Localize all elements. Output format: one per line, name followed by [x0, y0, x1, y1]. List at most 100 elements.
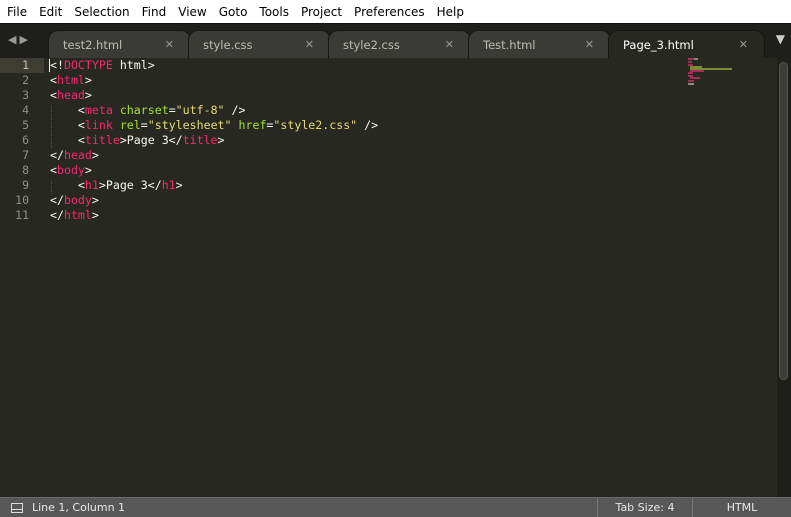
code-token: html: [63, 208, 92, 222]
code-line: <title>Page 3</title>: [50, 133, 378, 148]
menu-goto[interactable]: Goto: [213, 5, 254, 19]
close-tab-icon[interactable]: ✕: [739, 38, 748, 51]
code-line: <h1>Page 3</h1>: [50, 178, 378, 193]
tab-size-selector[interactable]: Tab Size: 4: [597, 498, 692, 517]
scrollbar-thumb[interactable]: [779, 62, 788, 380]
code-token: <: [50, 103, 85, 117]
tab-label: Page_3.html: [623, 38, 694, 52]
menu-view[interactable]: View: [172, 5, 212, 19]
line-number: 7: [22, 148, 29, 162]
code-line: <head>: [50, 88, 378, 103]
code-token: />: [357, 118, 379, 132]
code-token: body: [63, 193, 92, 207]
code-token: "style2.css": [273, 118, 358, 132]
menu-selection[interactable]: Selection: [68, 5, 135, 19]
code-token: <: [50, 73, 57, 87]
code-line: </head>: [50, 148, 378, 163]
code-line: </body>: [50, 193, 378, 208]
code-token: <: [50, 88, 57, 102]
close-tab-icon[interactable]: ✕: [305, 38, 314, 51]
code-token: title: [182, 133, 218, 147]
menu-project[interactable]: Project: [295, 5, 348, 19]
code-token: head: [56, 88, 85, 102]
code-token: meta: [84, 103, 113, 117]
code-token: <: [50, 133, 85, 147]
code-token: >: [91, 208, 99, 222]
tab-label: style.css: [203, 38, 253, 52]
menu-tools[interactable]: Tools: [253, 5, 295, 19]
code-token: >: [84, 88, 92, 102]
code-token: >: [91, 148, 99, 162]
menu-file[interactable]: File: [0, 5, 33, 19]
code-token: <: [50, 118, 85, 132]
code-token: >: [84, 163, 92, 177]
code-token: >: [217, 133, 225, 147]
menu-edit[interactable]: Edit: [33, 5, 68, 19]
code-line: <body>: [50, 163, 378, 178]
minimap[interactable]: [688, 58, 738, 88]
line-number: 6: [22, 133, 29, 147]
code-token: body: [56, 163, 85, 177]
line-number: 9: [22, 178, 29, 192]
code-line: </html>: [50, 208, 378, 223]
tab-label: style2.css: [343, 38, 400, 52]
editor[interactable]: 1 2 3 4 5 6 7 8 9 10 11 <!DOCTYPE html> <html> <head…: [0, 58, 791, 497]
line-number-gutter: 1 2 3 4 5 6 7 8 9 10 11: [0, 58, 44, 223]
line-number: 8: [22, 163, 29, 177]
code-token: </: [50, 208, 64, 222]
code-token: head: [63, 148, 92, 162]
tab-page-3-html[interactable]: Page_3.html ✕: [608, 30, 765, 59]
panel-toggle-icon[interactable]: [11, 502, 23, 513]
text-cursor: [49, 59, 50, 72]
menu-preferences[interactable]: Preferences: [348, 5, 431, 19]
code-token: href: [238, 118, 267, 132]
code-token: </: [50, 148, 64, 162]
tab-style2-css[interactable]: style2.css ✕: [328, 30, 471, 59]
menu-find[interactable]: Find: [136, 5, 173, 19]
menu-help[interactable]: Help: [431, 5, 470, 19]
code-token: link: [84, 118, 113, 132]
cursor-position: Line 1, Column 1: [32, 501, 126, 514]
code-token: title: [84, 133, 120, 147]
close-tab-icon[interactable]: ✕: [585, 38, 594, 51]
code-token: />: [224, 103, 246, 117]
close-tab-icon[interactable]: ✕: [445, 38, 454, 51]
tab-bar: ◀▶ test2.html ✕ style.css ✕ style2.css ✕ Test.…: [0, 23, 791, 59]
line-number: 10: [15, 193, 29, 207]
code-token: >: [91, 193, 99, 207]
code-token: html: [56, 73, 85, 87]
close-tab-icon[interactable]: ✕: [165, 38, 174, 51]
code-line: <meta charset="utf-8" />: [50, 103, 378, 118]
code-token: "stylesheet": [147, 118, 232, 132]
code-token: rel: [119, 118, 141, 132]
code-token: >Page 3</: [119, 133, 183, 147]
code-token: >: [175, 178, 183, 192]
menu-bar: File Edit Selection Find View Goto Tools Projec…: [0, 0, 791, 23]
tab-test2-html[interactable]: test2.html ✕: [48, 30, 191, 59]
code-token: h1: [161, 178, 176, 192]
vertical-scrollbar[interactable]: [777, 58, 791, 497]
tab-label: Test.html: [483, 38, 536, 52]
code-line: <!DOCTYPE html>: [50, 58, 378, 73]
tab-test-html[interactable]: Test.html ✕: [468, 30, 611, 59]
line-number: 4: [22, 103, 29, 117]
code-token: <!: [50, 58, 64, 72]
code-area[interactable]: <!DOCTYPE html> <html> <head> <meta charse…: [50, 58, 378, 223]
line-number: 2: [22, 73, 29, 87]
code-token: <: [50, 163, 57, 177]
code-token: =: [140, 118, 148, 132]
syntax-selector[interactable]: HTML: [692, 498, 791, 517]
line-number: 11: [15, 208, 29, 222]
code-token: h1: [84, 178, 99, 192]
code-token: >Page 3</: [98, 178, 162, 192]
tab-list-dropdown-icon[interactable]: ▼: [776, 32, 785, 46]
tab-style-css[interactable]: style.css ✕: [188, 30, 331, 59]
tab-label: test2.html: [63, 38, 123, 52]
status-bar: Line 1, Column 1 Tab Size: 4 HTML: [0, 497, 791, 517]
tab-nav-arrows-icon[interactable]: ◀▶: [8, 33, 31, 46]
code-token: =: [168, 103, 176, 117]
line-number: 1: [0, 58, 44, 73]
